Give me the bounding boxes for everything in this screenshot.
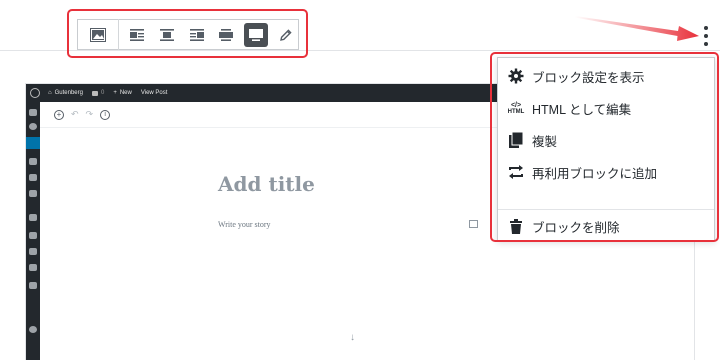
users-icon[interactable] [29,248,37,255]
redo-icon[interactable]: ↷ [86,109,94,120]
home-icon: ⌂ [48,90,52,96]
pointer-arrow-icon [575,16,699,41]
toolbar-highlight-box [67,9,308,58]
add-block-icon[interactable]: + [54,109,64,120]
info-icon[interactable]: i [100,109,111,120]
kebab-dot [704,42,708,46]
settings-icon[interactable] [29,282,37,289]
pages-icon[interactable] [29,174,37,181]
post-title-placeholder[interactable]: Add title [218,172,315,196]
plugins-icon[interactable] [29,232,37,239]
jetpack-icon[interactable] [29,123,37,130]
site-name: Gutenberg [54,90,83,96]
dashboard-icon[interactable] [29,109,37,116]
kebab-dot [704,26,708,30]
kebab-dot [704,34,708,38]
undo-icon[interactable]: ↶ [71,109,79,120]
comment-icon [91,90,98,96]
collapse-menu-icon[interactable] [29,326,37,333]
appearance-icon[interactable] [29,214,37,221]
comments-count: 0 [100,90,105,96]
posts-menu-active[interactable] [26,137,40,149]
admin-bar-view-post[interactable]: View Post [141,90,168,96]
tools-icon[interactable] [29,264,37,271]
media-icon[interactable] [29,158,37,165]
menu-highlight-box [490,52,719,242]
more-options-button[interactable] [702,26,710,46]
arrow-down-icon: ↓ [350,332,355,343]
admin-bar-new[interactable]: + New [113,90,132,96]
admin-bar-site[interactable]: ⌂ Gutenberg [48,90,83,96]
admin-bar-comments[interactable]: 0 [91,90,105,96]
admin-sidebar [26,102,40,360]
view-post-label: View Post [140,90,168,96]
comments-icon[interactable] [29,190,37,197]
new-label: New [119,90,132,96]
image-icon[interactable] [469,220,478,228]
plus-icon: + [113,90,117,96]
wordpress-logo-icon[interactable] [30,88,40,98]
post-body-placeholder[interactable]: Write your story [218,220,271,229]
